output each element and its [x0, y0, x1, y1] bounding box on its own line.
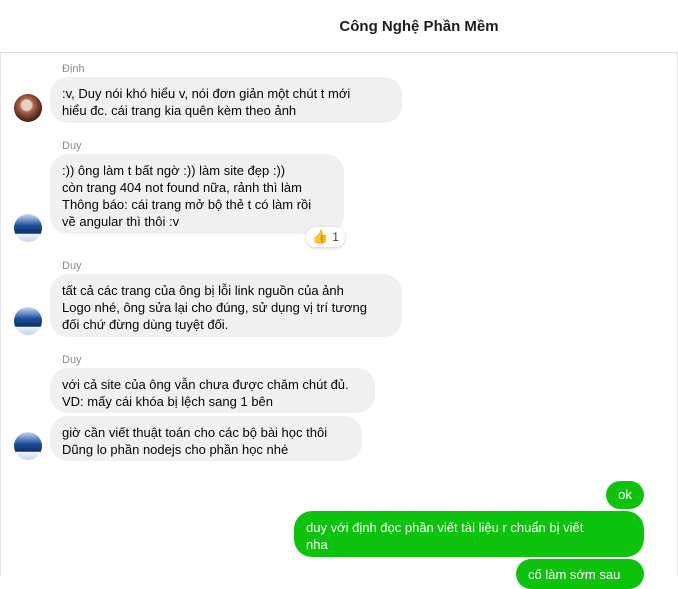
reaction-badge[interactable]: 👍 1 — [306, 227, 345, 247]
avatar-duy[interactable] — [14, 307, 42, 335]
message-bubble[interactable]: :v, Duy nói khó hiểu v, nói đơn giản một… — [50, 77, 402, 123]
sender-name: Định — [62, 63, 85, 75]
message-text: nha — [306, 537, 328, 552]
thumbs-up-icon: 👍 — [312, 229, 329, 244]
avatar-duy[interactable] — [14, 214, 42, 242]
message-text: tất cả các trang của ông bị lỗi link ngu… — [62, 283, 344, 298]
message-text: :v, Duy nói khó hiểu v, nói đơn giản một… — [62, 86, 351, 101]
message-text: với cả site của ông vẫn chưa được chăm c… — [62, 377, 349, 392]
outgoing-message-bubble[interactable]: cố làm sớm sau — [516, 559, 644, 589]
message-text: Logo nhé, ông sửa lại cho đúng, sử dụng … — [62, 300, 367, 315]
message-text: VD: mấy cái khóa bị lệch sang 1 bên — [62, 394, 274, 409]
message-bubble[interactable]: giờ cần viết thuật toán cho các bộ bài h… — [50, 416, 362, 461]
message-text: giờ cần viết thuật toán cho các bộ bài h… — [62, 425, 328, 440]
outgoing-message-bubble[interactable]: ok — [606, 481, 644, 509]
outgoing-message-bubble[interactable]: duy với định đọc phần viết tài liệu r ch… — [294, 511, 644, 557]
message-text: Dũng lo phần nodejs cho phần học nhé — [62, 442, 289, 457]
avatar-duy[interactable] — [14, 432, 42, 460]
message-text: về angular thì thôi :v — [62, 214, 180, 229]
sender-name: Duy — [62, 140, 82, 152]
conversation-title: Công Nghệ Phần Mềm — [339, 18, 499, 35]
message-text: còn trang 404 not found nữa, rảnh thì là… — [62, 180, 302, 195]
message-bubble[interactable]: với cả site của ông vẫn chưa được chăm c… — [50, 368, 375, 413]
message-text: ok — [618, 487, 632, 502]
sender-name: Duy — [62, 260, 82, 272]
chat-header: Công Nghệ Phần Mềm — [0, 0, 678, 53]
sender-name: Duy — [62, 354, 82, 366]
message-text: duy với định đọc phần viết tài liệu r ch… — [306, 520, 584, 535]
reaction-count: 1 — [332, 230, 339, 244]
left-border — [0, 0, 1, 576]
message-text: Thông báo: cái trang mở bộ thẻ t có làm … — [62, 197, 312, 212]
message-text: :)) ông làm t bất ngờ :)) làm site đẹp :… — [62, 163, 286, 178]
avatar-dinh[interactable] — [14, 94, 42, 122]
message-text: cố làm sớm sau — [528, 567, 621, 582]
message-bubble[interactable]: tất cả các trang của ông bị lỗi link ngu… — [50, 274, 402, 337]
message-text: đối chứ đừng dùng tuyệt đối. — [62, 317, 229, 332]
message-bubble[interactable]: :)) ông làm t bất ngờ :)) làm site đẹp :… — [50, 154, 344, 234]
message-text: hiểu đc. cái trang kia quên kèm theo ảnh — [62, 103, 297, 118]
